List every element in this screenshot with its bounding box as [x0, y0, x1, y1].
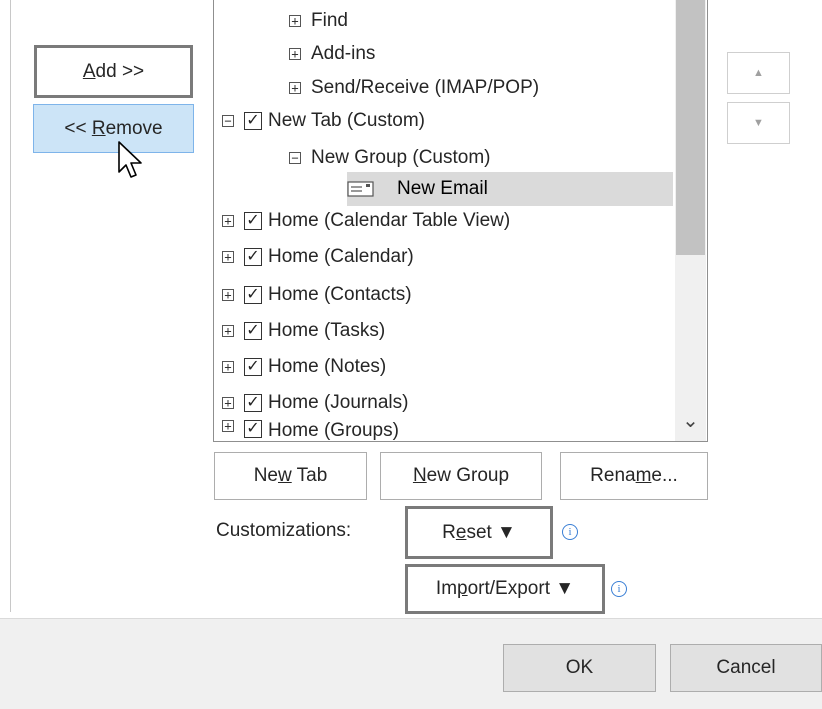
- expand-icon[interactable]: +: [222, 215, 234, 227]
- new-tab-accesskey: w: [277, 465, 292, 486]
- new-group-button[interactable]: New Group: [380, 452, 542, 500]
- reset-accesskey: e: [455, 521, 467, 543]
- reset-label-pre: R: [442, 521, 456, 543]
- tab-checkbox[interactable]: ✓: [244, 248, 262, 266]
- tree-row[interactable]: + ✓ Home (Journals): [222, 386, 408, 420]
- rename-button[interactable]: Rena m e...: [560, 452, 708, 500]
- expand-icon[interactable]: +: [289, 48, 301, 60]
- tree-row[interactable]: + ✓ Home (Tasks): [222, 314, 385, 348]
- remove-button-label-pre: <<: [64, 117, 92, 139]
- tree-row[interactable]: − ✓ New Tab (Custom): [222, 104, 425, 138]
- expand-icon[interactable]: +: [289, 15, 301, 27]
- expand-icon[interactable]: +: [289, 82, 301, 94]
- mouse-cursor-icon: [118, 141, 142, 178]
- move-up-icon: ▲: [753, 67, 764, 79]
- customizations-label: Customizations:: [216, 520, 352, 541]
- import-export-label-post: ort/Export ▼: [467, 578, 575, 599]
- rename-accesskey: m: [635, 465, 652, 486]
- email-command-icon: [347, 181, 374, 197]
- new-tab-label-pre: Ne: [253, 465, 278, 486]
- remove-button-label-post: emove: [105, 117, 163, 139]
- add-button[interactable]: Add >>: [34, 45, 193, 98]
- import-export-accesskey: p: [457, 578, 468, 599]
- tab-checkbox[interactable]: ✓: [244, 112, 262, 130]
- new-group-label-post: ew Group: [426, 465, 510, 486]
- import-export-dropdown-button[interactable]: Im p ort/Export ▼: [405, 564, 605, 614]
- tree-row[interactable]: + Send/Receive (IMAP/POP): [289, 71, 539, 105]
- tree-row-label: Home (Calendar): [268, 246, 414, 267]
- move-up-button[interactable]: ▲: [727, 52, 790, 94]
- tree-row-label: Find: [311, 10, 348, 31]
- add-button-accesskey: A: [82, 60, 96, 82]
- tab-checkbox[interactable]: ✓: [244, 358, 262, 376]
- rename-label-pre: Rena: [590, 465, 636, 486]
- expand-icon[interactable]: +: [222, 420, 234, 432]
- tree-row-label: Add-ins: [311, 43, 376, 64]
- scroll-down-icon[interactable]: ⌄: [676, 408, 705, 432]
- cancel-button[interactable]: Cancel: [670, 644, 822, 692]
- new-tab-label-post: Tab: [291, 465, 328, 486]
- expand-icon[interactable]: +: [222, 361, 234, 373]
- add-button-label-post: dd >>: [95, 60, 145, 82]
- tree-row-label: Home (Calendar Table View): [268, 210, 511, 231]
- reset-label-post: set ▼: [466, 521, 516, 543]
- tree-scrollbar-thumb[interactable]: [676, 0, 705, 255]
- reset-dropdown-button[interactable]: Re set ▼: [405, 506, 553, 559]
- import-export-label-pre: Im: [435, 578, 458, 599]
- tree-row-label: New Group (Custom): [311, 147, 491, 168]
- tree-row-label: Home (Journals): [268, 392, 409, 413]
- ok-button[interactable]: OK: [503, 644, 656, 692]
- collapse-icon[interactable]: −: [289, 152, 301, 164]
- dialog-left-edge: [10, 0, 11, 612]
- move-down-button[interactable]: ▼: [727, 102, 790, 144]
- expand-icon[interactable]: +: [222, 397, 234, 409]
- tree-row-label: Home (Tasks): [268, 320, 386, 341]
- tree-row[interactable]: − New Group (Custom): [289, 141, 491, 175]
- expand-icon[interactable]: +: [222, 251, 234, 263]
- new-group-accesskey: N: [412, 465, 427, 486]
- tree-row[interactable]: + Add-ins: [289, 37, 375, 71]
- tree-row-label: Home (Notes): [268, 356, 387, 377]
- tree-row-label: New Tab (Custom): [268, 110, 425, 131]
- tree-row[interactable]: + ✓ Home (Notes): [222, 350, 386, 384]
- tree-row-label: Home (Groups): [268, 420, 399, 441]
- tree-row[interactable]: + ✓ Home (Calendar Table View): [222, 204, 510, 238]
- rename-label-post: e...: [651, 465, 678, 486]
- tree-row-label: New Email: [397, 178, 488, 199]
- tab-checkbox[interactable]: ✓: [244, 212, 262, 230]
- tree-row[interactable]: + ✓ Home (Calendar): [222, 240, 414, 274]
- tree-row-label: Send/Receive (IMAP/POP): [311, 77, 540, 98]
- collapse-icon[interactable]: −: [222, 115, 234, 127]
- tree-row[interactable]: + ✓ Home (Groups): [222, 420, 399, 442]
- tab-checkbox[interactable]: ✓: [244, 394, 262, 412]
- remove-button-accesskey: R: [91, 117, 106, 139]
- tree-row[interactable]: + ✓ Home (Contacts): [222, 278, 412, 312]
- tab-checkbox[interactable]: ✓: [244, 420, 262, 438]
- tab-checkbox[interactable]: ✓: [244, 286, 262, 304]
- expand-icon[interactable]: +: [222, 325, 234, 337]
- import-export-info-icon[interactable]: i: [611, 581, 627, 597]
- expand-icon[interactable]: +: [222, 289, 234, 301]
- tree-row[interactable]: + Find: [289, 4, 348, 38]
- tab-checkbox[interactable]: ✓: [244, 322, 262, 340]
- tree-row-label: Home (Contacts): [268, 284, 412, 305]
- remove-button[interactable]: << Remove: [33, 104, 194, 153]
- new-tab-button[interactable]: Ne w Tab: [214, 452, 367, 500]
- reset-info-icon[interactable]: i: [562, 524, 578, 540]
- tree-row[interactable]: New Email: [347, 172, 673, 206]
- move-down-icon: ▼: [753, 117, 764, 129]
